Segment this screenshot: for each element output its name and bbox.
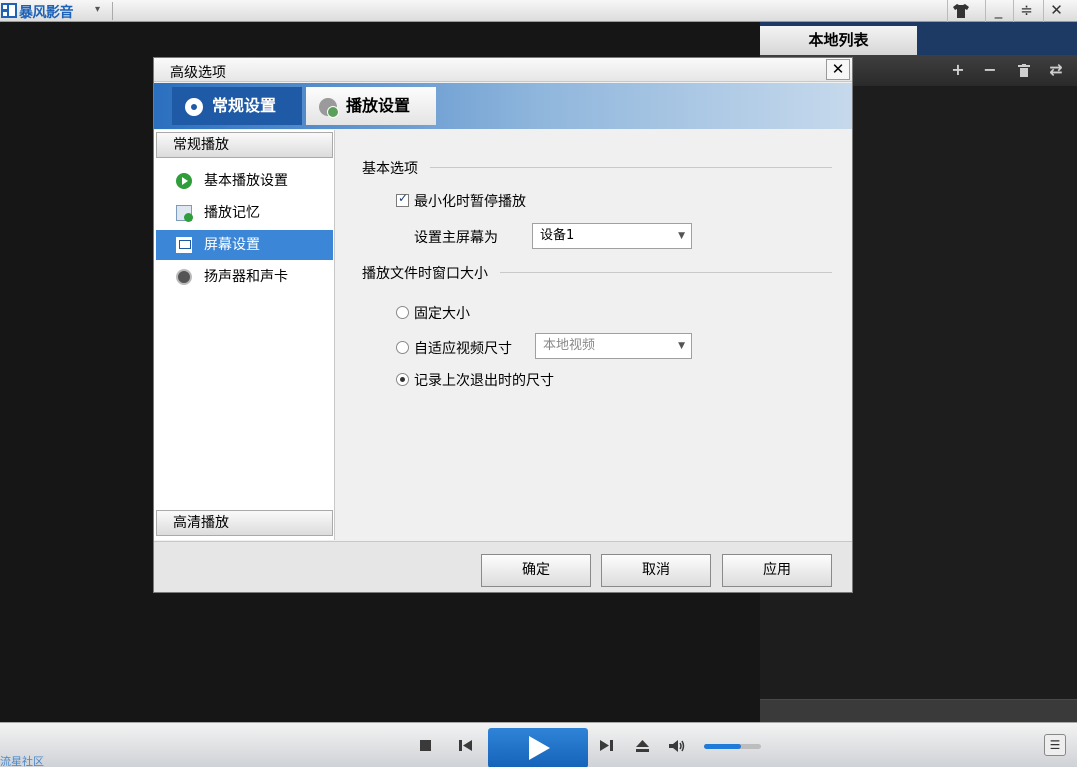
minimize-button[interactable]: _ <box>985 0 1011 22</box>
minimize-icon: _ <box>994 1 1003 19</box>
playlist-toggle-button[interactable]: ☰ <box>1044 734 1066 756</box>
prev-icon <box>458 740 472 751</box>
nav-item-label: 播放记忆 <box>204 205 260 221</box>
skin-icon <box>952 4 969 18</box>
nav-item-screen-settings[interactable]: 屏幕设置 <box>156 230 333 260</box>
primary-screen-value: 设备1 <box>540 228 575 243</box>
next-icon <box>599 740 613 751</box>
section-window-size: 播放文件时窗口大小 <box>362 266 488 282</box>
nav-item-basic-playback[interactable]: 基本播放设置 <box>156 166 333 196</box>
community-link[interactable]: 流星社区 <box>0 753 44 767</box>
dialog-tabbar: 常规设置 播放设置 <box>154 83 852 129</box>
close-icon: ✕ <box>1050 1 1063 19</box>
close-icon: ✕ <box>831 60 845 78</box>
adaptive-source-value: 本地视频 <box>543 338 596 353</box>
chevron-down-icon: ▼ <box>678 341 685 351</box>
section-divider <box>430 167 832 168</box>
section-divider <box>500 272 832 273</box>
tab-playback-settings[interactable]: 播放设置 <box>306 87 436 125</box>
play-button[interactable] <box>488 728 588 767</box>
ok-button[interactable]: 确定 <box>481 554 591 587</box>
fixed-size-radio[interactable] <box>396 306 409 319</box>
stop-icon <box>419 740 431 751</box>
pause-when-minimized-checkbox[interactable] <box>396 191 409 207</box>
screen-icon <box>176 237 192 253</box>
volume-fill <box>704 744 742 749</box>
tab-general-settings[interactable]: 常规设置 <box>172 87 302 125</box>
fixed-size-label[interactable]: 固定大小 <box>414 303 470 323</box>
gear-icon <box>185 98 203 116</box>
remove-icon[interactable]: − <box>980 60 1000 80</box>
play-circle-icon <box>176 173 192 189</box>
app-titlebar: 暴风影音 ▾ _ ≑ ✕ <box>0 0 1077 22</box>
control-bar: 流星社区 ☰ <box>0 722 1077 767</box>
pause-when-minimized-label[interactable]: 最小化时暂停播放 <box>414 191 526 211</box>
delete-icon[interactable] <box>1014 60 1034 80</box>
nav-item-speaker-soundcard[interactable]: 扬声器和声卡 <box>156 262 333 292</box>
remember-last-size-radio[interactable] <box>396 373 409 386</box>
app-logo-icon[interactable] <box>1 3 17 18</box>
next-button[interactable] <box>598 737 614 755</box>
chevron-down-icon: ▼ <box>678 231 685 241</box>
dialog-title: 高级选项 <box>170 65 226 81</box>
volume-slider[interactable] <box>704 744 761 749</box>
nav-item-playback-memory[interactable]: 播放记忆 <box>156 198 333 228</box>
dialog-footer: 确定 取消 应用 <box>154 541 852 592</box>
volume-icon <box>669 740 685 752</box>
cancel-button[interactable]: 取消 <box>601 554 711 587</box>
adaptive-size-label[interactable]: 自适应视频尺寸 <box>414 338 512 358</box>
tab-general-settings-label: 常规设置 <box>212 96 277 115</box>
playlist-tab-row: 本地列表 <box>760 22 1077 55</box>
memory-icon <box>176 205 193 222</box>
adaptive-source-select[interactable]: 本地视频 ▼ <box>535 333 692 359</box>
restore-button[interactable]: ≑ <box>1013 0 1039 22</box>
nav-item-label: 屏幕设置 <box>204 237 260 253</box>
apply-button[interactable]: 应用 <box>722 554 832 587</box>
playlist-footer <box>760 699 1077 722</box>
dialog-close-button[interactable]: ✕ <box>826 59 850 80</box>
play-icon <box>529 736 550 760</box>
play-settings-icon <box>319 98 339 118</box>
nav-group-general-playback[interactable]: 常规播放 <box>156 132 333 158</box>
primary-screen-label: 设置主屏幕为 <box>414 230 498 246</box>
eject-button[interactable] <box>634 737 650 755</box>
app-title[interactable]: 暴风影音 <box>19 2 74 22</box>
advanced-options-dialog: 高级选项 ✕ 常规设置 播放设置 常规播放 基本播放设置 播放记忆 屏幕设置 扬… <box>153 57 853 593</box>
settings-content: 基本选项 最小化时暂停播放 设置主屏幕为 设备1 ▼ 播放文件时窗口大小 固定大… <box>336 130 852 540</box>
nav-item-label: 基本播放设置 <box>204 173 288 189</box>
volume-button[interactable] <box>668 737 688 755</box>
stop-button[interactable] <box>418 737 432 755</box>
prev-button[interactable] <box>457 737 473 755</box>
add-icon[interactable]: + <box>948 60 968 80</box>
loop-icon[interactable]: ⇄ <box>1046 60 1066 80</box>
close-window-button[interactable]: ✕ <box>1043 0 1069 22</box>
speaker-icon <box>176 269 192 285</box>
tab-playback-settings-label: 播放设置 <box>346 96 411 115</box>
title-divider <box>112 2 113 20</box>
nav-item-label: 扬声器和声卡 <box>204 269 288 285</box>
primary-screen-select[interactable]: 设备1 ▼ <box>532 223 692 249</box>
tab-local-list[interactable]: 本地列表 <box>760 26 917 55</box>
skin-button[interactable] <box>947 0 973 22</box>
list-icon: ☰ <box>1049 738 1061 752</box>
eject-icon <box>635 740 649 752</box>
restore-icon: ≑ <box>1020 1 1033 19</box>
adaptive-size-radio[interactable] <box>396 341 409 354</box>
dialog-titlebar: 高级选项 ✕ <box>154 58 852 82</box>
app-menu-arrow-icon[interactable]: ▾ <box>95 4 100 15</box>
nav-group-hd-playback[interactable]: 高清播放 <box>156 510 333 536</box>
remember-last-size-label[interactable]: 记录上次退出时的尺寸 <box>414 370 554 390</box>
settings-nav: 常规播放 基本播放设置 播放记忆 屏幕设置 扬声器和声卡 高清播放 <box>154 130 335 540</box>
section-basic-options: 基本选项 <box>362 161 418 177</box>
